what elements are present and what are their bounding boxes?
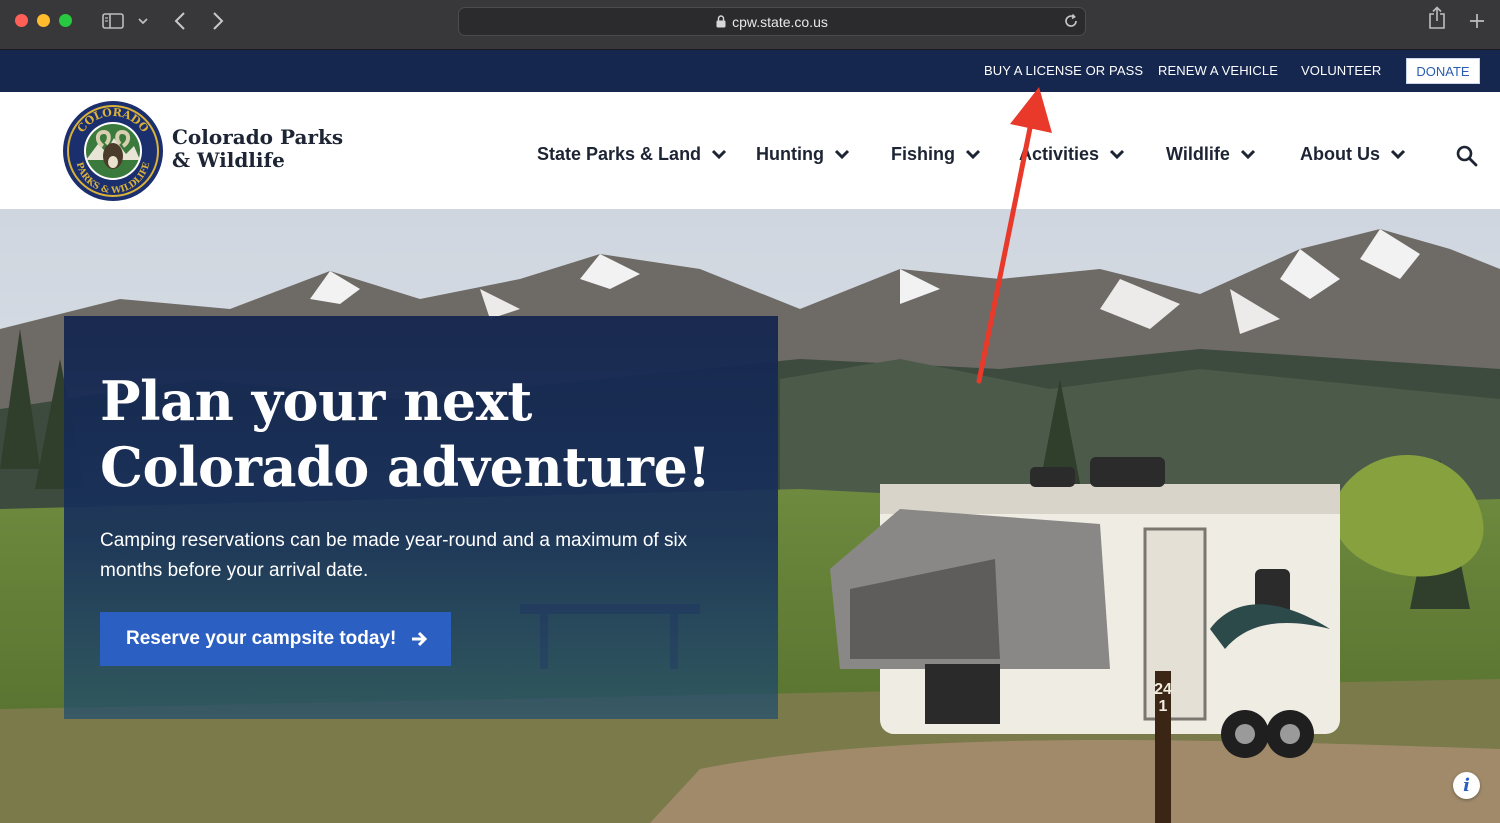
brand-line-2: & Wildlife — [172, 148, 285, 172]
nav-label: Activities — [1019, 144, 1100, 164]
share-icon[interactable] — [1426, 6, 1448, 29]
sidebar-icon[interactable] — [100, 10, 126, 32]
info-icon[interactable]: i — [1453, 772, 1480, 799]
chevron-down-icon — [834, 149, 850, 160]
campsite-number-marker: 241 — [1154, 681, 1172, 715]
nav-label: State Parks & Land — [537, 144, 702, 164]
nav-wildlife[interactable]: Wildlife — [1166, 144, 1256, 165]
site-brand[interactable]: Colorado Parks & Wildlife — [172, 126, 343, 172]
arrow-right-icon — [410, 630, 428, 648]
chevron-down-icon — [1390, 149, 1406, 160]
chevron-down-icon — [1240, 149, 1256, 160]
minimize-window-button[interactable] — [37, 14, 50, 27]
chevron-down-icon[interactable] — [134, 10, 152, 32]
site-logo[interactable]: COLORADO PARKS & WILDLIFE — [62, 100, 164, 202]
nav-label: Hunting — [756, 144, 824, 164]
nav-hunting[interactable]: Hunting — [756, 144, 850, 165]
url-text: cpw.state.co.us — [732, 13, 828, 30]
nav-label: About Us — [1300, 144, 1380, 164]
hero-title: Plan your next Colorado adventure! — [100, 368, 740, 500]
hero-section: 241 Plan your next Colorado adventure! C… — [0, 209, 1500, 823]
nav-about-us[interactable]: About Us — [1300, 144, 1406, 165]
site-header: COLORADO PARKS & WILDLIFE Colorado Parks… — [0, 92, 1500, 209]
nav-label: Fishing — [891, 144, 955, 164]
browser-toolbar: cpw.state.co.us — [0, 0, 1500, 50]
nav-activities[interactable]: Activities — [1019, 144, 1125, 165]
maximize-window-button[interactable] — [59, 14, 72, 27]
buy-license-link[interactable]: BUY A LICENSE OR PASS — [984, 63, 1143, 78]
reserve-campsite-button[interactable]: Reserve your campsite today! — [100, 612, 451, 666]
chevron-down-icon — [711, 149, 727, 160]
reload-icon[interactable] — [1063, 13, 1079, 32]
plus-icon[interactable] — [1466, 10, 1488, 32]
back-icon[interactable] — [170, 10, 190, 32]
utility-nav: BUY A LICENSE OR PASS RENEW A VEHICLE VO… — [0, 50, 1500, 92]
hero-title-line-2: Colorado adventure! — [100, 435, 711, 499]
brand-line-1: Colorado Parks — [172, 125, 344, 149]
nav-label: Wildlife — [1166, 144, 1230, 164]
hero-description: Camping reservations can be made year-ro… — [100, 530, 688, 581]
volunteer-link[interactable]: VOLUNTEER — [1301, 63, 1381, 78]
nav-fishing[interactable]: Fishing — [891, 144, 981, 165]
chevron-down-icon — [1109, 149, 1125, 160]
nav-state-parks[interactable]: State Parks & Land — [537, 144, 727, 165]
donate-button[interactable]: DONATE — [1406, 58, 1480, 84]
cta-label: Reserve your campsite today! — [126, 628, 397, 649]
search-icon[interactable] — [1455, 144, 1479, 168]
forward-icon[interactable] — [208, 10, 228, 32]
chevron-down-icon — [965, 149, 981, 160]
renew-vehicle-link[interactable]: RENEW A VEHICLE — [1158, 63, 1278, 78]
address-bar[interactable]: cpw.state.co.us — [458, 7, 1086, 36]
close-window-button[interactable] — [15, 14, 28, 27]
lock-icon — [716, 15, 726, 28]
hero-card: Plan your next Colorado adventure! Campi… — [64, 316, 778, 719]
hero-title-line-1: Plan your next — [100, 369, 532, 433]
